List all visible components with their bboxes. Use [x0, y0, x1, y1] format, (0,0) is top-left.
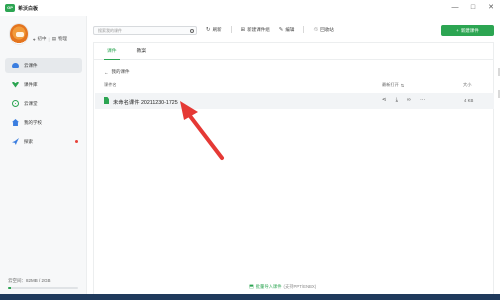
tab-lesson-plan[interactable]: 教案	[134, 43, 150, 59]
user-grade-subject[interactable]: ⌖ 初中 | ▤ 物理	[33, 36, 67, 42]
storage-bar	[8, 287, 78, 289]
close-icon[interactable]: ✕	[486, 2, 496, 14]
column-header-size: 大小	[463, 82, 472, 87]
user-grade: 初中	[37, 36, 47, 41]
download-icon[interactable]: ⤓	[396, 97, 398, 104]
column-header-last-opened[interactable]: 最新打开 ⇅	[382, 82, 404, 88]
tab-courseware[interactable]: 课件	[104, 43, 120, 60]
refresh-label: 刷新	[212, 26, 222, 32]
storage-bar-fill	[8, 287, 11, 289]
refresh-button[interactable]: ↻ 刷新	[206, 27, 222, 33]
courseware-panel: 课件 教案 ← 我的课件 课件名 最新打开 ⇅ 大小 未命名课件 2021123…	[93, 42, 494, 294]
recycle-bin-button[interactable]: ♲ 回收站	[313, 27, 333, 33]
new-folder-button[interactable]: ⊞ 新建课件组	[241, 27, 270, 33]
sort-icon: ⇅	[400, 82, 405, 88]
more-icon[interactable]: ···	[420, 97, 426, 104]
row-actions: ⋖ ⤓ ∞ ···	[382, 97, 425, 104]
circle-play-icon	[12, 100, 19, 107]
search-placeholder: 搜索我的课件	[98, 27, 122, 33]
new-courseware-button[interactable]: + 新建课件	[441, 25, 494, 36]
sidebar-item-cloud-classroom[interactable]: 云课堂	[5, 96, 82, 111]
search-input[interactable]: 搜索我的课件	[93, 26, 197, 35]
maximize-icon[interactable]: □	[468, 2, 478, 14]
window-controls: — □ ✕	[450, 2, 496, 14]
sidebar-nav: 云课件 课件库 云课堂 我的学校 探索	[5, 58, 82, 153]
divider: |	[48, 36, 50, 42]
back-arrow-icon[interactable]: ←	[104, 70, 109, 75]
sidebar-item-cloud-courseware[interactable]: 云课件	[5, 58, 82, 73]
file-size: 4 KB	[464, 98, 474, 103]
bulk-import-label: 批量导入课件	[255, 284, 282, 289]
file-icon	[104, 97, 109, 104]
storage-usage: 云空间：82MB / 2GB	[8, 278, 80, 289]
recycle-label: 回收站	[320, 26, 334, 32]
link-icon[interactable]: ∞	[407, 97, 411, 104]
new-folder-label: 新建课件组	[247, 26, 270, 32]
rocket-icon	[12, 138, 19, 145]
edit-icon: ✎	[278, 26, 284, 33]
user-subject: 物理	[57, 36, 67, 41]
app-logo-mark: GP	[5, 4, 15, 12]
refresh-icon: ↻	[206, 26, 211, 33]
main-panel: 课件 教案 ← 我的课件 课件名 最新打开 ⇅ 大小 未命名课件 2021123…	[88, 42, 500, 294]
folder-plus-icon: ⊞	[240, 26, 246, 33]
file-name[interactable]: 未命名课件 20211230-1725	[113, 98, 178, 106]
divider	[303, 26, 305, 33]
minimize-icon[interactable]: —	[450, 2, 460, 14]
notification-dot	[75, 140, 78, 143]
sidebar-item-courseware-library[interactable]: 课件库	[5, 77, 82, 92]
search-icon[interactable]	[190, 28, 194, 33]
edit-label: 编辑	[285, 26, 295, 32]
recycle-icon: ♲	[313, 26, 319, 33]
sidebar-item-explore[interactable]: 探索	[5, 134, 82, 149]
sidebar-item-label: 我的学校	[24, 119, 42, 125]
sidebar-item-label: 探索	[24, 138, 33, 144]
cloud-icon	[12, 63, 19, 68]
bulk-import-button[interactable]: ⬒ 批量导入课件 (支持PPT/ENBX)	[249, 284, 316, 290]
sidebar-item-my-school[interactable]: 我的学校	[5, 115, 82, 130]
wifi-icon	[12, 81, 19, 88]
breadcrumb-label: 我的课件	[111, 69, 130, 74]
school-icon	[12, 119, 19, 126]
new-courseware-label: 新建课件	[460, 27, 479, 33]
edit-button[interactable]: ✎ 编辑	[279, 27, 295, 33]
breadcrumb[interactable]: ← 我的课件	[104, 69, 130, 75]
toolbar-actions: ↻ 刷新 ⊞ 新建课件组 ✎ 编辑 ♲ 回收站	[206, 26, 334, 33]
book-icon: ▤	[51, 36, 56, 41]
app-title: 希沃白板	[18, 5, 39, 12]
bulk-import-hint: (支持PPT/ENBX)	[283, 284, 317, 289]
column-header-time-label: 最新打开	[382, 82, 399, 87]
import-icon: ⬒	[249, 284, 254, 290]
sidebar-item-label: 云课堂	[24, 100, 38, 106]
storage-label: 云空间：82MB / 2GB	[8, 278, 51, 283]
taskbar	[0, 294, 500, 300]
sidebar: ⌖ 初中 | ▤ 物理 云课件 课件库 云课堂 我的学校 探索 云空间：82MB…	[0, 16, 87, 294]
divider	[230, 26, 232, 33]
toolbar: 搜索我的课件 ↻ 刷新 ⊞ 新建课件组 ✎ 编辑 ♲ 回收站 + 新建课件	[88, 16, 500, 42]
title-bar: GP 希沃白板 — □ ✕	[0, 0, 500, 16]
table-row[interactable]: 未命名课件 20211230-1725 ⋖ ⤓ ∞ ··· 4 KB	[95, 93, 494, 109]
avatar[interactable]	[9, 23, 29, 45]
share-icon[interactable]: ⋖	[382, 97, 387, 104]
sidebar-item-label: 云课件	[24, 62, 38, 68]
location-icon: ⌖	[33, 36, 36, 42]
tab-bar: 课件 教案	[94, 43, 493, 60]
column-header-name: 课件名	[104, 82, 117, 87]
plus-icon: +	[456, 28, 459, 33]
app-logo: GP 希沃白板	[5, 3, 38, 13]
sidebar-item-label: 课件库	[24, 81, 38, 87]
